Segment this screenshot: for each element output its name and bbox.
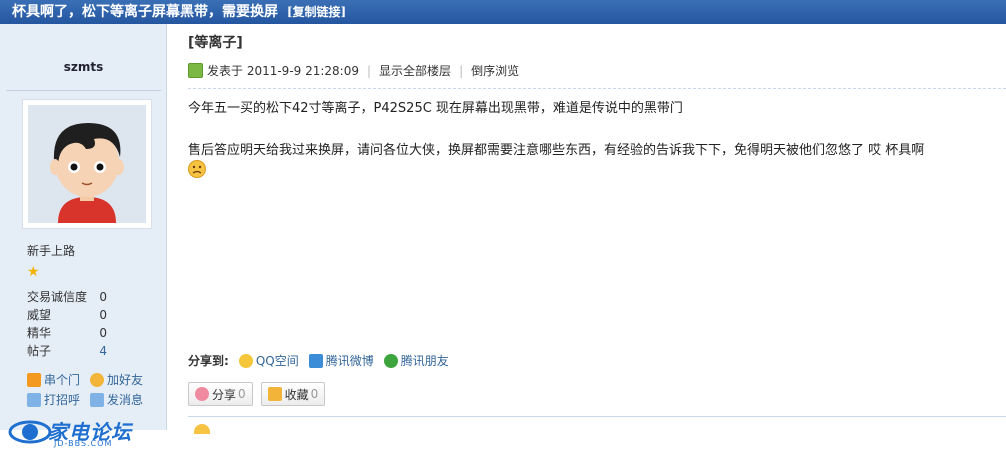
meta-divider-line <box>188 88 1006 89</box>
share-friend-label: 腾讯朋友 <box>400 354 449 368</box>
meta-divider: | <box>459 63 464 78</box>
heart-icon <box>195 387 209 401</box>
home-icon <box>27 373 41 387</box>
stat-label: 帖子 <box>27 344 52 358</box>
author-actions: 串个门 加好友 打招呼 发消息 <box>27 370 153 410</box>
post-main: [等离子] 发表于 2011-9-9 21:28:09 | 显示全部楼层 | 倒… <box>180 24 1006 434</box>
friend-icon <box>90 373 105 387</box>
qzone-icon <box>238 353 253 368</box>
stat-label: 威望 <box>27 308 52 322</box>
thread-title-bar: 杯具啊了，松下等离子屏幕黑带，需要换屏 [复制链接] <box>0 0 1006 24</box>
user-rank: 新手上路 <box>27 244 76 258</box>
add-friend-label: 加好友 <box>107 373 144 387</box>
stat-value: 0 <box>99 290 107 304</box>
thread-title: 杯具啊了，松下等离子屏幕黑带，需要换屏 <box>12 4 278 20</box>
share-qzone[interactable]: QQ空间 <box>238 352 299 369</box>
avatar[interactable] <box>22 99 152 229</box>
stat-value: 0 <box>99 326 107 340</box>
post-meta: 发表于 2011-9-9 21:28:09 | 显示全部楼层 | 倒序浏览 <box>188 62 519 79</box>
share-qzone-label: QQ空间 <box>255 354 299 368</box>
share-label: 分享到: <box>188 354 229 368</box>
add-friend-button[interactable]: 加好友 <box>90 370 143 390</box>
share-tencent-weibo[interactable]: 腾讯微博 <box>308 352 374 369</box>
author-name[interactable]: szmts <box>0 60 167 74</box>
favorite-button[interactable]: 收藏 0 <box>260 382 326 406</box>
visit-button[interactable]: 串个门 <box>27 370 80 390</box>
share-tencent-friend[interactable]: 腾讯朋友 <box>383 352 449 369</box>
post-bottom-divider <box>188 416 1006 417</box>
message-icon <box>90 393 105 407</box>
stat-row: 帖子 4 <box>27 342 107 360</box>
stat-row: 精华 0 <box>27 324 107 342</box>
reply-icon <box>194 424 210 434</box>
watermark-url: JD-BBS.COM <box>54 439 113 448</box>
post-category[interactable]: [等离子] <box>188 32 243 52</box>
author-sidebar: szmts 新手上路 ★ 交易诚信度 0 威望 0 精华 0 帖子 4 串个门 … <box>0 24 167 448</box>
post-buttons: 分享 0 收藏 0 <box>188 382 333 406</box>
stat-label: 精华 <box>27 326 52 340</box>
share-count: 0 <box>238 387 246 401</box>
avatar-image <box>28 105 146 223</box>
greet-button[interactable]: 打招呼 <box>27 390 80 410</box>
share-button-label: 分享 <box>212 387 237 402</box>
copy-link-button[interactable]: [复制链接] <box>287 5 346 19</box>
show-all-floors-link[interactable]: 显示全部楼层 <box>379 62 451 79</box>
greet-label: 打招呼 <box>44 393 81 407</box>
greet-icon <box>27 393 41 407</box>
stat-row: 交易诚信度 0 <box>27 288 107 306</box>
post-content: 今年五一买的松下42寸等离子，P42S25C 现在屏幕出现黑带，难道是传说中的黑… <box>188 100 1003 179</box>
favorite-button-label: 收藏 <box>284 387 309 402</box>
crying-emoji-icon <box>188 160 206 178</box>
share-bar: 分享到: QQ空间 腾讯微博 腾讯朋友 <box>188 352 459 369</box>
star-favorite-icon <box>267 387 282 401</box>
message-label: 发消息 <box>107 393 144 407</box>
post-paragraph: 今年五一买的松下42寸等离子，P42S25C 现在屏幕出现黑带，难道是传说中的黑… <box>188 101 683 116</box>
stat-value-posts[interactable]: 4 <box>99 342 107 360</box>
logo-icon <box>8 420 52 444</box>
share-weibo-label: 腾讯微博 <box>325 354 374 368</box>
visit-label: 串个门 <box>44 373 81 387</box>
stat-row: 威望 0 <box>27 306 107 324</box>
reverse-order-link[interactable]: 倒序浏览 <box>471 62 519 79</box>
post-paragraph: 售后答应明天给我过来换屏，请问各位大侠，换屏都需要注意哪些东西，有经验的告诉我下… <box>188 143 925 158</box>
stat-label: 交易诚信度 <box>27 290 88 304</box>
share-button[interactable]: 分享 0 <box>188 382 253 406</box>
stat-value: 0 <box>99 308 107 322</box>
favorite-count: 0 <box>310 387 319 401</box>
meta-divider: | <box>367 63 372 78</box>
star-icon: ★ <box>27 264 40 280</box>
online-user-icon <box>188 63 203 78</box>
sidebar-divider <box>6 90 161 91</box>
message-button[interactable]: 发消息 <box>90 390 143 410</box>
post-time: 发表于 2011-9-9 21:28:09 <box>207 64 359 78</box>
weibo-icon <box>308 353 323 368</box>
site-watermark: 家电论坛 JD-BBS.COM <box>8 412 158 452</box>
clover-icon <box>383 353 398 368</box>
author-stats: 交易诚信度 0 威望 0 精华 0 帖子 4 <box>27 288 107 360</box>
